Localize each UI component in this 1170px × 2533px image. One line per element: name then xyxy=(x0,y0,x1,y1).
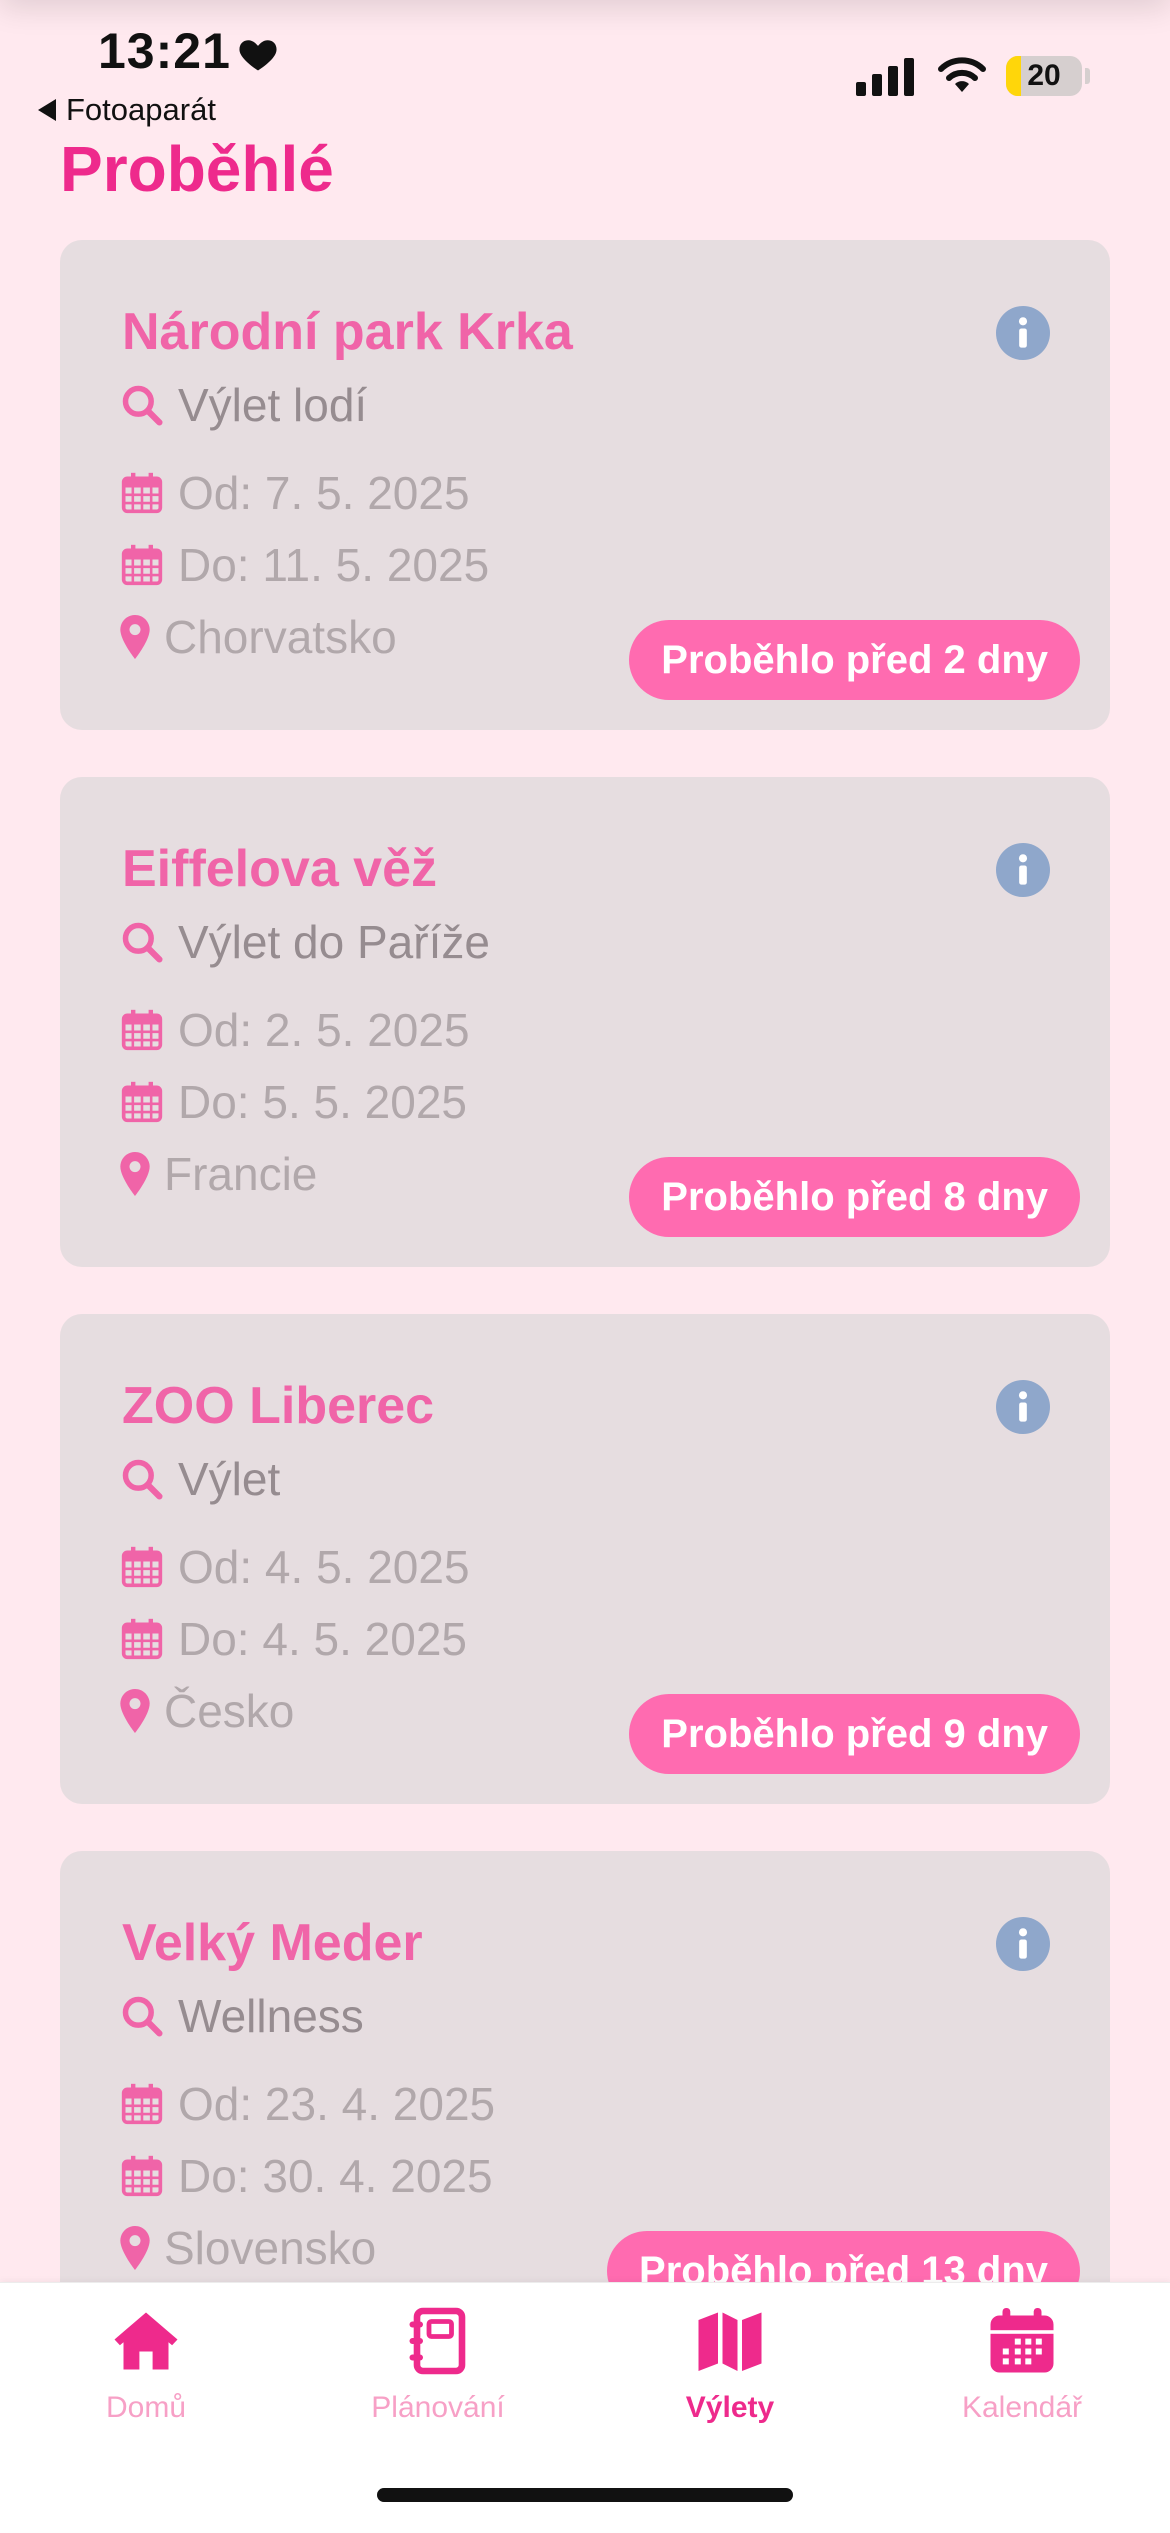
status-time: 13:21 xyxy=(98,23,231,79)
trip-location: Francie xyxy=(164,1148,318,1200)
back-triangle-icon xyxy=(38,99,56,121)
info-icon[interactable] xyxy=(996,306,1050,360)
trip-description: Výlet xyxy=(178,1453,281,1505)
trip-status-badge: Proběhlo před 8 dny xyxy=(629,1157,1080,1237)
calendar-icon xyxy=(121,1618,163,1660)
battery-tip xyxy=(1085,68,1090,84)
heart-icon xyxy=(239,40,277,71)
trip-start-row: Od: 23. 4. 2025 xyxy=(120,2077,495,2131)
trip-end-row: Do: 5. 5. 2025 xyxy=(120,1075,467,1129)
search-icon xyxy=(122,922,163,963)
trip-start-row: Od: 2. 5. 2025 xyxy=(120,1003,470,1057)
trip-end-row: Do: 30. 4. 2025 xyxy=(120,2149,493,2203)
trip-description-row: Výlet do Paříže xyxy=(120,915,490,969)
trip-end-date: Do: 30. 4. 2025 xyxy=(178,2150,493,2202)
trip-card[interactable]: Národní park Krka Výlet lodí Od: 7. 5. 2… xyxy=(60,240,1110,730)
trip-end-date: Do: 11. 5. 2025 xyxy=(178,539,490,591)
trip-location-row: Francie xyxy=(120,1147,317,1201)
trip-location-row: Slovensko xyxy=(120,2221,376,2275)
trip-start-row: Od: 4. 5. 2025 xyxy=(120,1540,470,1594)
trip-card[interactable]: Velký Meder Wellness Od: 23. 4. 2025 Do:… xyxy=(60,1851,1110,2341)
trip-start-row: Od: 7. 5. 2025 xyxy=(120,466,470,520)
tab-home[interactable]: Domů xyxy=(0,2305,292,2425)
cellular-signal-icon xyxy=(856,56,914,96)
calendar-icon xyxy=(121,1546,163,1588)
trip-location: Česko xyxy=(164,1685,295,1737)
tab-calendar[interactable]: Kalendář xyxy=(876,2305,1168,2425)
trip-location: Slovensko xyxy=(164,2222,377,2274)
trip-title: Velký Meder xyxy=(122,1914,423,1972)
trip-end-date: Do: 5. 5. 2025 xyxy=(178,1076,467,1128)
tab-trips-label: Výlety xyxy=(685,2391,775,2424)
location-pin-icon xyxy=(120,1152,150,1196)
trip-description-row: Výlet lodí xyxy=(120,378,367,432)
page-title: Proběhlé xyxy=(60,133,334,205)
trip-status-badge: Proběhlo před 9 dny xyxy=(629,1694,1080,1774)
calendar-icon xyxy=(121,544,163,586)
battery-icon: 20 xyxy=(1006,56,1082,96)
trip-start-date: Od: 7. 5. 2025 xyxy=(178,467,470,519)
trip-title: Eiffelova věž xyxy=(122,840,438,898)
tab-planning[interactable]: Plánování xyxy=(292,2305,584,2425)
calendar-icon xyxy=(990,2308,1054,2373)
trip-description: Výlet do Paříže xyxy=(178,916,490,968)
trip-status-badge: Proběhlo před 2 dny xyxy=(629,620,1080,700)
trip-location-row: Chorvatsko xyxy=(120,610,397,664)
trip-card[interactable]: ZOO Liberec Výlet Od: 4. 5. 2025 Do: 4. … xyxy=(60,1314,1110,1804)
location-pin-icon xyxy=(120,615,150,659)
location-pin-icon xyxy=(120,2226,150,2270)
trip-location-row: Česko xyxy=(120,1684,294,1738)
trip-card[interactable]: Eiffelova věž Výlet do Paříže Od: 2. 5. … xyxy=(60,777,1110,1267)
info-icon[interactable] xyxy=(996,1917,1050,1971)
trip-title: ZOO Liberec xyxy=(122,1377,435,1435)
trip-list: Národní park Krka Výlet lodí Od: 7. 5. 2… xyxy=(60,240,1110,2388)
back-app-label: Fotoaparát xyxy=(66,92,216,127)
search-icon xyxy=(122,1459,163,1500)
wifi-icon xyxy=(938,57,986,92)
trip-end-date: Do: 4. 5. 2025 xyxy=(178,1613,467,1665)
back-to-app-link[interactable]: Fotoaparát xyxy=(38,92,216,128)
home-indicator[interactable] xyxy=(377,2488,793,2502)
trip-description-row: Výlet xyxy=(120,1452,280,1506)
tab-planning-label: Plánování xyxy=(371,2391,505,2424)
calendar-icon xyxy=(121,2155,163,2197)
trip-description: Výlet lodí xyxy=(178,379,368,431)
calendar-icon xyxy=(121,472,163,514)
tab-calendar-label: Kalendář xyxy=(961,2391,1083,2424)
trip-end-row: Do: 11. 5. 2025 xyxy=(120,538,489,592)
trip-location: Chorvatsko xyxy=(164,611,397,663)
home-icon xyxy=(114,2312,178,2370)
tab-home-label: Domů xyxy=(105,2391,187,2424)
battery-level: 20 xyxy=(1027,59,1061,92)
planner-book-icon xyxy=(409,2307,466,2375)
trip-description-row: Wellness xyxy=(120,1989,364,2043)
trip-end-row: Do: 4. 5. 2025 xyxy=(120,1612,467,1666)
calendar-icon xyxy=(121,2083,163,2125)
trip-title: Národní park Krka xyxy=(122,303,573,361)
trip-start-date: Od: 2. 5. 2025 xyxy=(178,1004,470,1056)
info-icon[interactable] xyxy=(996,1380,1050,1434)
map-icon xyxy=(698,2312,762,2371)
tab-trips[interactable]: Výlety xyxy=(584,2305,876,2425)
trip-description: Wellness xyxy=(178,1990,364,2042)
location-pin-icon xyxy=(120,1689,150,1733)
info-icon[interactable] xyxy=(996,843,1050,897)
calendar-icon xyxy=(121,1009,163,1051)
search-icon xyxy=(122,1996,163,2037)
calendar-icon xyxy=(121,1081,163,1123)
trip-start-date: Od: 23. 4. 2025 xyxy=(178,2078,496,2130)
search-icon xyxy=(122,385,163,426)
trip-start-date: Od: 4. 5. 2025 xyxy=(178,1541,470,1593)
